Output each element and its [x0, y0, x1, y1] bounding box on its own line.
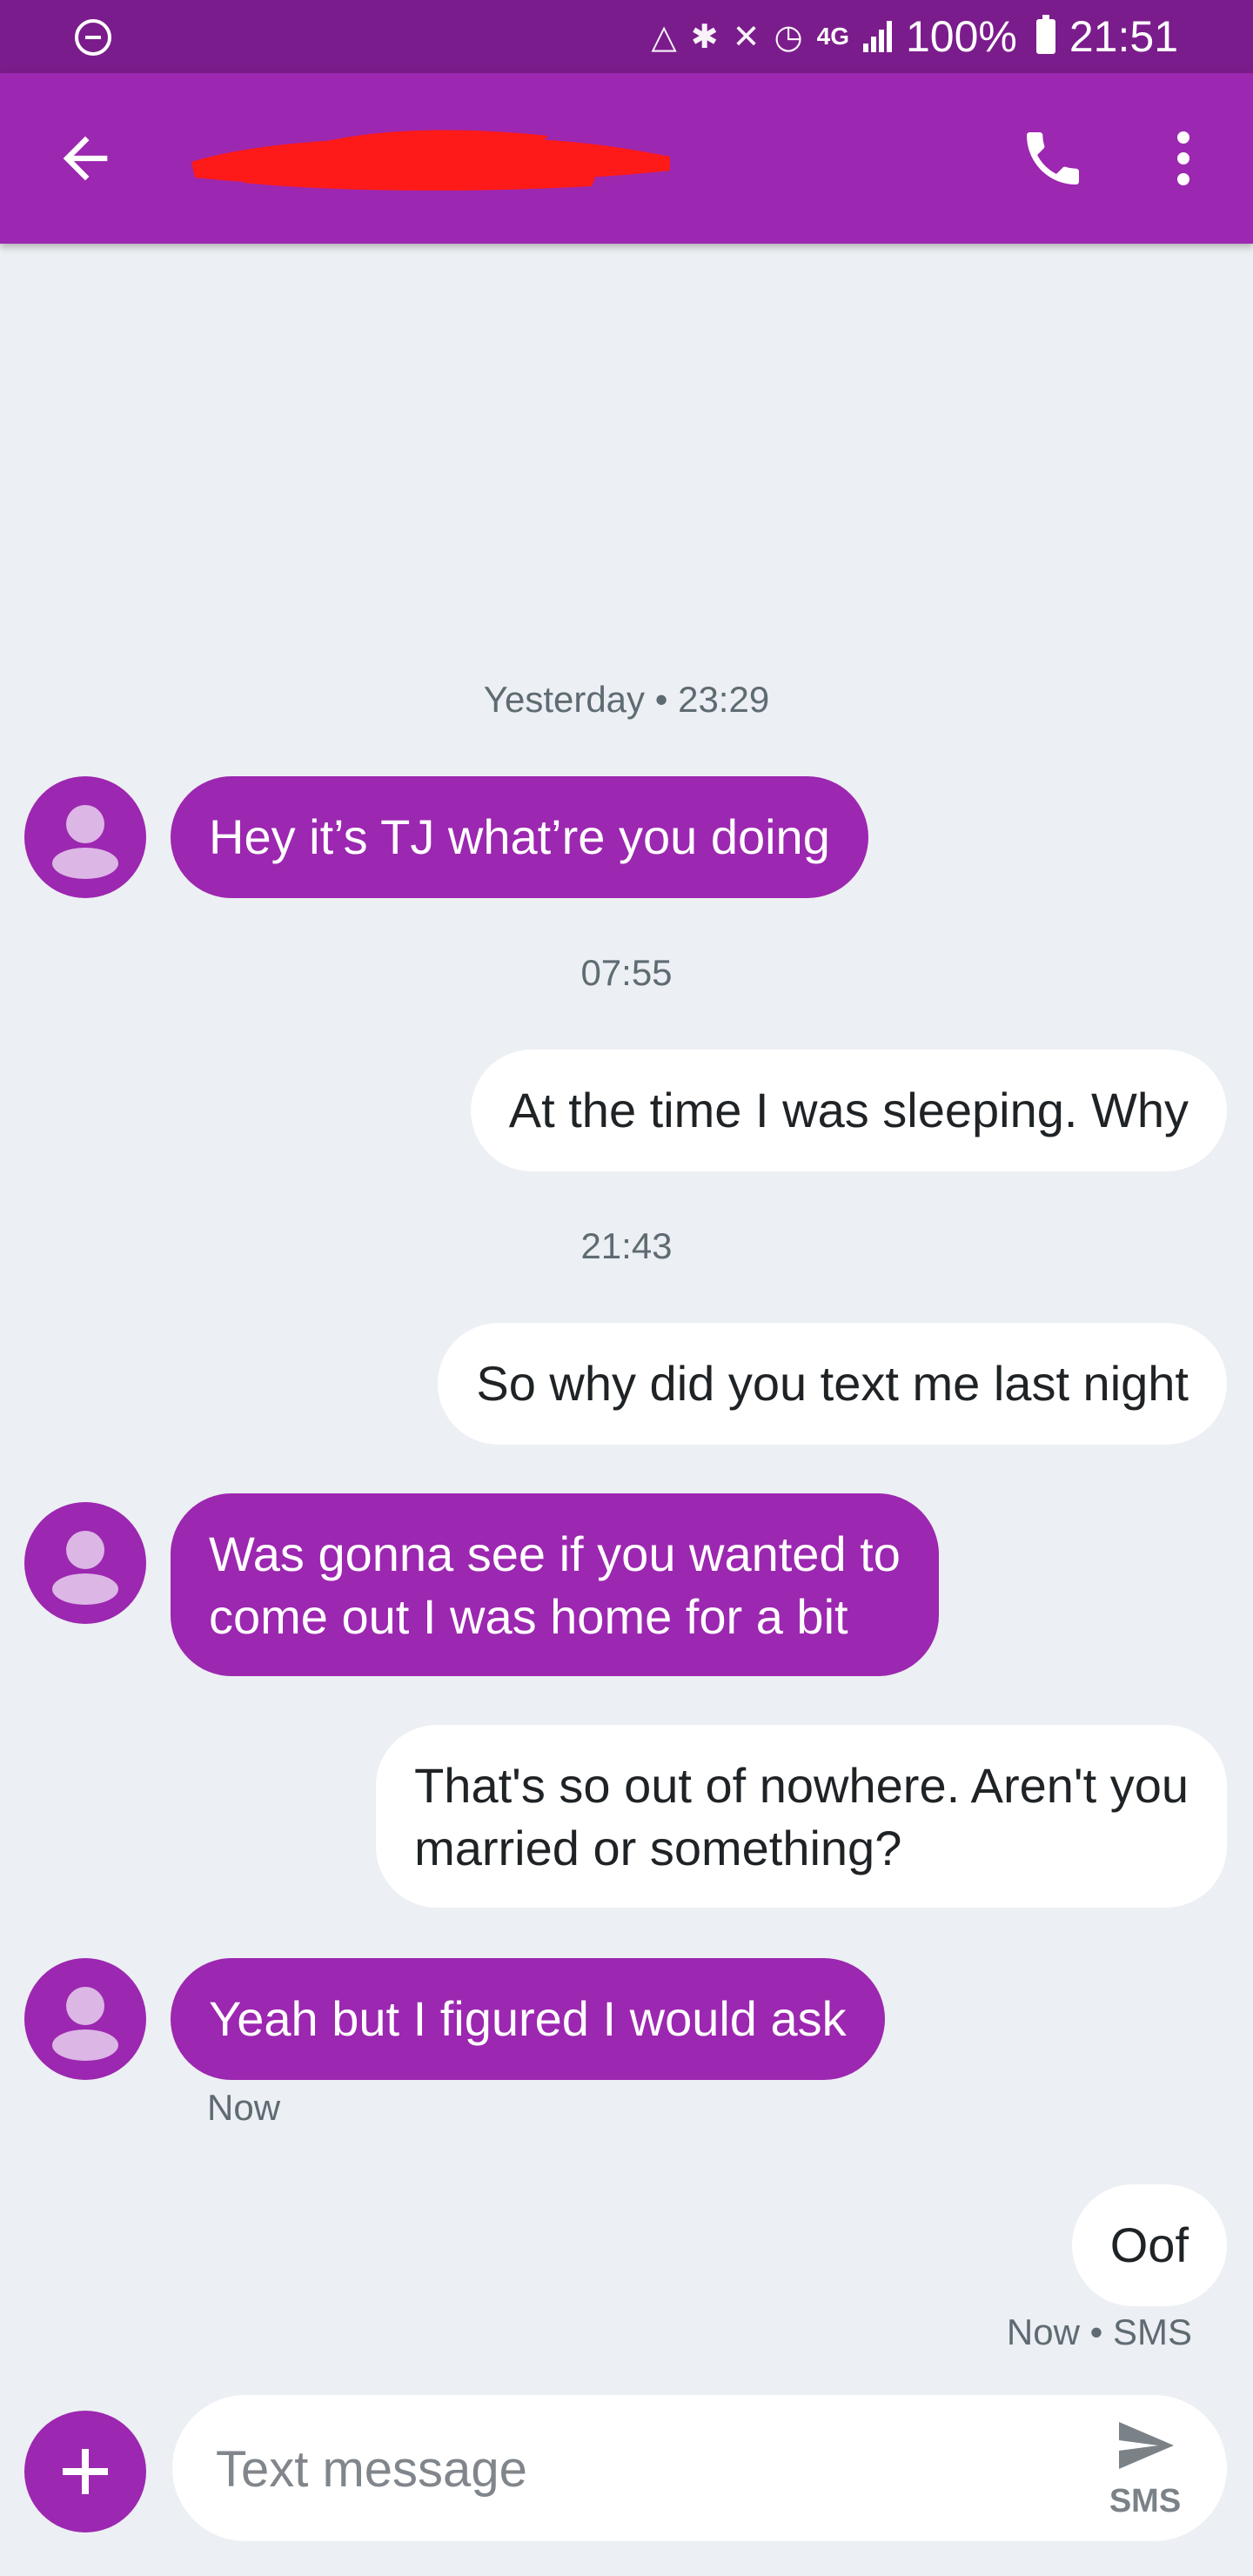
back-arrow-icon	[63, 136, 108, 181]
contact-avatar[interactable]	[24, 1502, 146, 1624]
message-line: married or something?	[414, 1821, 902, 1875]
timestamp: 07:55	[580, 952, 673, 993]
contact-name-redacted	[183, 117, 687, 195]
network-type: 4G	[816, 23, 849, 50]
dnd-icon	[75, 19, 111, 56]
phone-icon	[1027, 132, 1079, 184]
outgoing-message[interactable]: That's so out of nowhere. Aren't you mar…	[376, 1725, 1227, 1908]
alarm-icon: ◷	[774, 18, 803, 56]
call-button[interactable]	[1018, 124, 1088, 193]
mute-icon: ✕	[732, 18, 761, 56]
signal-icon	[862, 21, 892, 52]
status-time: 21:51	[1069, 12, 1178, 61]
contact-avatar[interactable]	[24, 776, 146, 898]
message-status: Now	[207, 2087, 281, 2128]
attach-button[interactable]	[24, 2411, 146, 2532]
person-icon	[52, 1987, 118, 2061]
message-line: That's so out of nowhere. Aren't you	[414, 1758, 1189, 1813]
status-bar: △ ✱ ✕ ◷ 4G 100% 21:51	[0, 0, 1253, 73]
more-options-button[interactable]	[1157, 124, 1209, 193]
person-icon	[52, 1531, 118, 1605]
back-button[interactable]	[52, 125, 118, 191]
send-mode-label: SMS	[1109, 2483, 1182, 2519]
message-line: come out I was home for a bit	[209, 1589, 848, 1644]
message-status: Now • SMS	[1006, 2311, 1192, 2352]
message-line: Was gonna see if you wanted to	[209, 1526, 901, 1581]
send-button[interactable]: SMS	[1093, 2414, 1197, 2527]
data-saver-icon: △	[651, 18, 677, 56]
incoming-message[interactable]: Hey it’s TJ what’re you doing	[171, 776, 868, 898]
bluetooth-icon: ✱	[690, 18, 719, 56]
status-icons: △ ✱ ✕ ◷ 4G 100% 21:51	[652, 10, 1178, 63]
more-vert-icon	[1177, 131, 1189, 185]
incoming-message[interactable]: Was gonna see if you wanted to come out …	[171, 1493, 939, 1676]
send-icon	[1119, 2422, 1174, 2469]
battery-icon	[1035, 15, 1055, 54]
app-bar	[0, 73, 1253, 244]
outgoing-message[interactable]: At the time I was sleeping. Why	[470, 1050, 1227, 1171]
battery-percent: 100%	[905, 12, 1017, 61]
timestamp: 21:43	[580, 1225, 673, 1266]
timestamp: Yesterday • 23:29	[483, 679, 770, 720]
person-icon	[52, 805, 118, 879]
incoming-message[interactable]: Yeah but I figured I would ask	[171, 1958, 885, 2080]
outgoing-message[interactable]: Oof	[1071, 2184, 1227, 2306]
outgoing-message[interactable]: So why did you text me last night	[438, 1323, 1227, 1445]
message-input[interactable]	[216, 2430, 999, 2508]
compose-bar: SMS	[172, 2395, 1227, 2541]
contact-avatar[interactable]	[24, 1958, 146, 2080]
plus-icon	[63, 2449, 108, 2494]
